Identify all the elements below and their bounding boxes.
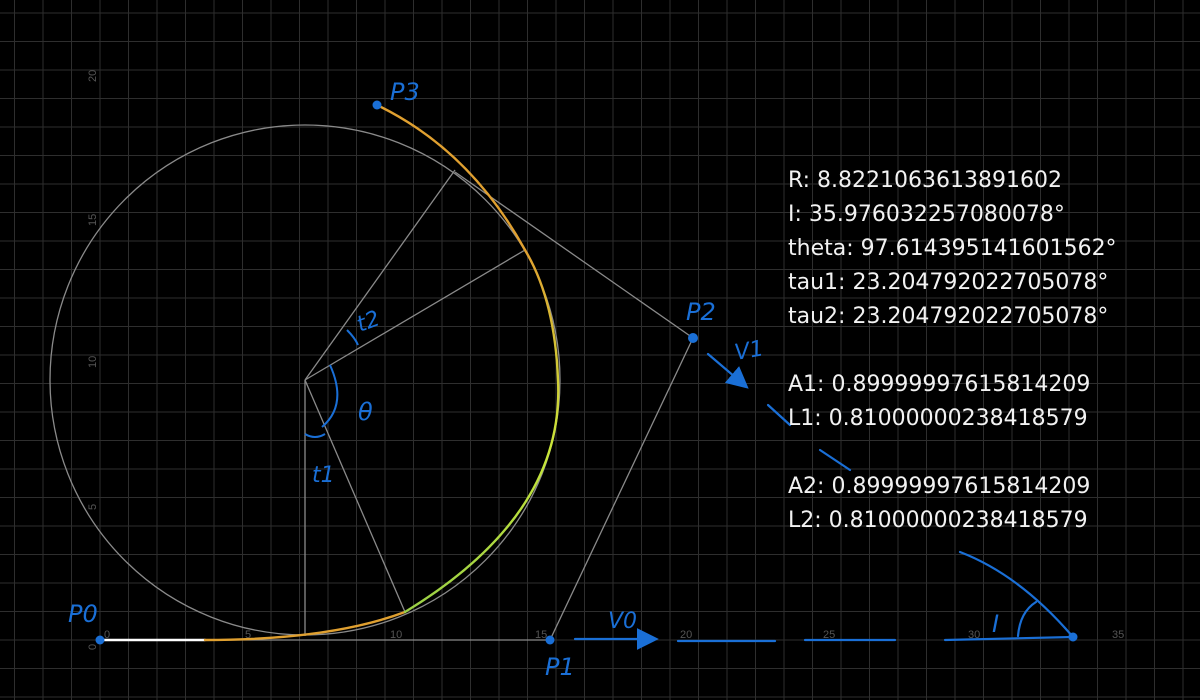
label-angle-i: I — [992, 610, 999, 638]
y-tick-20: 20 — [87, 70, 99, 82]
point-p2[interactable] — [688, 333, 698, 343]
label-p0: P0 — [68, 600, 98, 628]
x-tick-15: 15 — [535, 629, 547, 641]
angle-i-arc — [1016, 600, 1038, 638]
readout-intersection-angle: I: 35.976032257080078° — [788, 202, 1065, 227]
label-p2: P2 — [686, 298, 716, 326]
label-p1: P1 — [545, 653, 575, 681]
circular-arc — [403, 248, 560, 614]
y-tick-0: 0 — [87, 644, 99, 650]
t1-arc — [304, 433, 326, 438]
readout-tau2: tau2: 23.204792022705078° — [788, 304, 1109, 329]
readout-spacer — [788, 334, 1117, 368]
y-tick-5: 5 — [87, 504, 99, 510]
x-tick-35: 35 — [1112, 629, 1124, 641]
y-axis-ticks: 0 5 10 15 20 — [87, 70, 99, 650]
readout-spacer — [788, 436, 1117, 470]
label-v0: V0 — [608, 609, 637, 634]
readout-a2: A2: 0.89999997615814209 — [788, 474, 1091, 499]
x-tick-10: 10 — [390, 629, 402, 641]
dash-4 — [766, 403, 792, 427]
tangent-stroke — [958, 550, 1075, 639]
readout-tau1: tau1: 23.204792022705078° — [788, 270, 1109, 295]
label-t1: t1 — [312, 463, 335, 488]
construction-lines — [49, 124, 694, 641]
label-p3: P3 — [390, 78, 420, 106]
point-p1[interactable] — [545, 635, 555, 645]
readout-radius: R: 8.8221063613891602 — [788, 168, 1062, 193]
readout-a1: A1: 0.89999997615814209 — [788, 372, 1091, 397]
spiral-curve — [98, 103, 560, 642]
x-tick-20: 20 — [680, 629, 692, 641]
label-t2: t2 — [354, 306, 384, 337]
label-v1: V1 — [733, 336, 766, 366]
readout-l1: L1: 0.81000000238418579 — [788, 406, 1088, 431]
readout-l2: L2: 0.81000000238418579 — [788, 508, 1088, 533]
readout-theta: theta: 97.614395141601562° — [788, 236, 1117, 261]
parameter-readout: R: 8.8221063613891602 I: 35.976032257080… — [788, 164, 1117, 538]
label-theta: θ — [358, 398, 373, 426]
theta-arc — [321, 364, 339, 428]
radius-t1 — [304, 379, 406, 613]
point-p0[interactable] — [95, 635, 105, 645]
y-tick-10: 10 — [87, 356, 99, 368]
point-p3[interactable] — [372, 100, 382, 110]
y-tick-15: 15 — [87, 214, 99, 226]
